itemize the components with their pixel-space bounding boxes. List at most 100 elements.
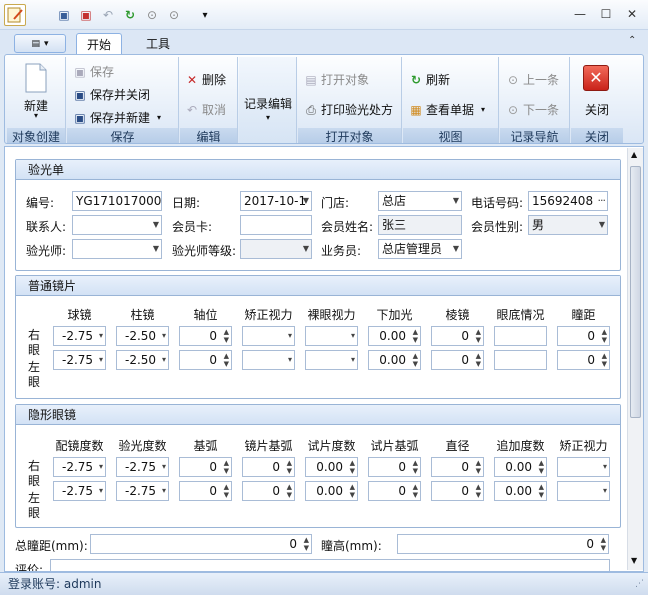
save-new-button[interactable]: ▣ 保存并新建 ▾ [73, 109, 161, 126]
right-eye-cell[interactable]: 0.00 ▲ ▼ [305, 457, 358, 477]
left-eye-cell[interactable]: 0 ▲ ▼ [179, 481, 232, 501]
right-eye-cell[interactable]: 0 ▲ ▼ [179, 326, 232, 346]
spinner-icon[interactable]: ▲ ▼ [224, 352, 229, 368]
scroll-up-icon[interactable]: ▲ [631, 150, 637, 159]
right-eye-cell[interactable]: 0 ▲ ▼ [431, 457, 484, 477]
save-close-icon[interactable]: ▣ [77, 6, 95, 24]
contact-select[interactable]: ▼ [72, 215, 162, 235]
store-select[interactable]: 总店 ▼ [378, 191, 462, 211]
member-gender-select[interactable]: 男 ▼ [528, 215, 608, 235]
next-record-icon[interactable]: ⊙ [165, 6, 183, 24]
save-close-button[interactable]: ▣ 保存并关闭 [73, 86, 150, 103]
left-eye-cell[interactable]: 0.00 ▲ ▼ [368, 350, 421, 370]
tab-tools[interactable]: 工具 [136, 33, 180, 54]
pupil-height-field[interactable]: 0 ▲ ▼ [397, 534, 609, 554]
left-eye-cell[interactable]: 0 ▲ ▼ [242, 481, 295, 501]
left-eye-cell[interactable]: -2.75 ▾ [53, 481, 106, 501]
right-eye-cell[interactable] [494, 326, 547, 346]
spinner-icon[interactable]: ▲ ▼ [476, 483, 481, 499]
spinner-icon[interactable]: ▲ ▼ [287, 483, 292, 499]
spinner-icon[interactable]: ▲ ▼ [350, 483, 355, 499]
left-eye-cell[interactable]: 0 ▲ ▼ [557, 350, 610, 370]
spinner-icon[interactable]: ▲ ▼ [224, 328, 229, 344]
left-eye-cell[interactable]: ▾ [242, 350, 295, 370]
left-eye-cell[interactable]: 0 ▲ ▼ [368, 481, 421, 501]
new-button[interactable]: 新建 ▾ [11, 59, 61, 123]
right-eye-cell[interactable]: -2.75 ▾ [116, 457, 169, 477]
refresh-icon[interactable]: ↻ [121, 6, 139, 24]
minimize-icon[interactable]: — [570, 6, 590, 22]
spinner-icon[interactable]: ▲ ▼ [287, 459, 292, 475]
record-edit-button[interactable]: 记录编辑 [239, 95, 297, 112]
spinner-icon[interactable]: ▲ ▼ [413, 352, 418, 368]
undo-icon[interactable]: ↶ [99, 6, 117, 24]
phone-more-icon[interactable]: ··· [598, 192, 606, 210]
left-eye-cell[interactable]: -2.75 ▾ [116, 481, 169, 501]
open-object-button[interactable]: ▤ 打开对象 [304, 71, 369, 88]
maximize-icon[interactable]: ☐ [596, 6, 616, 22]
spinner-icon[interactable]: ▲ ▼ [413, 483, 418, 499]
spinner-icon[interactable]: ▲ ▼ [224, 459, 229, 475]
total-pd-spinner-icon[interactable]: ▲ ▼ [304, 536, 309, 552]
tab-start[interactable]: 开始 [76, 33, 123, 54]
close-icon[interactable]: ✕ [622, 6, 642, 22]
left-eye-cell[interactable]: 0 ▲ ▼ [179, 350, 232, 370]
left-eye-cell[interactable]: 0 ▲ ▼ [431, 481, 484, 501]
member-name-field[interactable]: 张三 [378, 215, 462, 235]
salesperson-select[interactable]: 总店管理员 ▼ [378, 239, 462, 259]
right-eye-cell[interactable]: 0.00 ▲ ▼ [368, 326, 421, 346]
optometrist-select[interactable]: ▼ [72, 239, 162, 259]
spinner-icon[interactable]: ▲ ▼ [413, 328, 418, 344]
right-eye-cell[interactable]: 0 ▲ ▼ [557, 326, 610, 346]
app-menu-button[interactable]: ▤ ▾ [14, 34, 66, 53]
save-icon[interactable]: ▣ [55, 6, 73, 24]
right-eye-cell[interactable]: -2.50 ▾ [116, 326, 169, 346]
left-eye-cell[interactable]: 0.00 ▲ ▼ [494, 481, 547, 501]
right-eye-cell[interactable]: ▾ [305, 326, 358, 346]
view-bills-button[interactable]: ▦ 查看单据 ▾ [409, 101, 485, 118]
optometrist-level-select[interactable]: ▼ [240, 239, 312, 259]
collapse-ribbon-icon[interactable]: ⌃ [628, 35, 636, 46]
close-button[interactable]: ✕ 关闭 [577, 61, 617, 121]
refresh-button[interactable]: ↻ 刷新 [409, 71, 450, 88]
scroll-down-icon[interactable]: ▼ [631, 556, 637, 565]
prev-record-button[interactable]: ⊙ 上一条 [506, 71, 559, 88]
right-eye-cell[interactable]: 0 ▲ ▼ [431, 326, 484, 346]
cancel-button[interactable]: ↶ 取消 [185, 101, 226, 118]
save-button[interactable]: ▣ 保存 [73, 63, 114, 80]
right-eye-cell[interactable]: -2.75 ▾ [53, 326, 106, 346]
spinner-icon[interactable]: ▲ ▼ [539, 483, 544, 499]
left-eye-cell[interactable] [494, 350, 547, 370]
resize-grip-icon[interactable]: ⋰ [635, 573, 644, 595]
right-eye-cell[interactable]: 0.00 ▲ ▼ [494, 457, 547, 477]
left-eye-cell[interactable]: 0.00 ▲ ▼ [305, 481, 358, 501]
member-card-field[interactable] [240, 215, 312, 235]
spinner-icon[interactable]: ▲ ▼ [539, 459, 544, 475]
spinner-icon[interactable]: ▲ ▼ [224, 483, 229, 499]
spinner-icon[interactable]: ▲ ▼ [476, 459, 481, 475]
phone-field[interactable]: 15692408 ··· [528, 191, 608, 211]
delete-button[interactable]: ✕ 删除 [185, 71, 226, 88]
scroll-thumb[interactable] [630, 166, 641, 418]
spinner-icon[interactable]: ▲ ▼ [476, 352, 481, 368]
prev-record-icon[interactable]: ⊙ [143, 6, 161, 24]
app-icon[interactable] [4, 4, 26, 26]
right-eye-cell[interactable]: 0 ▲ ▼ [368, 457, 421, 477]
left-eye-cell[interactable]: 0 ▲ ▼ [431, 350, 484, 370]
left-eye-cell[interactable]: -2.75 ▾ [53, 350, 106, 370]
right-eye-cell[interactable]: ▾ [557, 457, 610, 477]
pupil-height-spinner-icon[interactable]: ▲ ▼ [601, 536, 606, 552]
date-field[interactable]: 2017-10-1 ▼ [240, 191, 312, 211]
left-eye-cell[interactable]: ▾ [557, 481, 610, 501]
code-field[interactable]: YG1710170001 [72, 191, 162, 211]
print-prescription-button[interactable]: ⎙ 打印验光处方 [304, 101, 393, 118]
right-eye-cell[interactable]: 0 ▲ ▼ [179, 457, 232, 477]
customize-quick-access-icon[interactable]: ▾ [196, 6, 214, 24]
right-eye-cell[interactable]: 0 ▲ ▼ [242, 457, 295, 477]
total-pd-field[interactable]: 0 ▲ ▼ [90, 534, 312, 554]
spinner-icon[interactable]: ▲ ▼ [413, 459, 418, 475]
spinner-icon[interactable]: ▲ ▼ [602, 352, 607, 368]
vertical-scrollbar[interactable]: ▲ ▼ [627, 148, 643, 570]
right-eye-cell[interactable]: -2.75 ▾ [53, 457, 106, 477]
comment-field[interactable] [50, 559, 610, 571]
